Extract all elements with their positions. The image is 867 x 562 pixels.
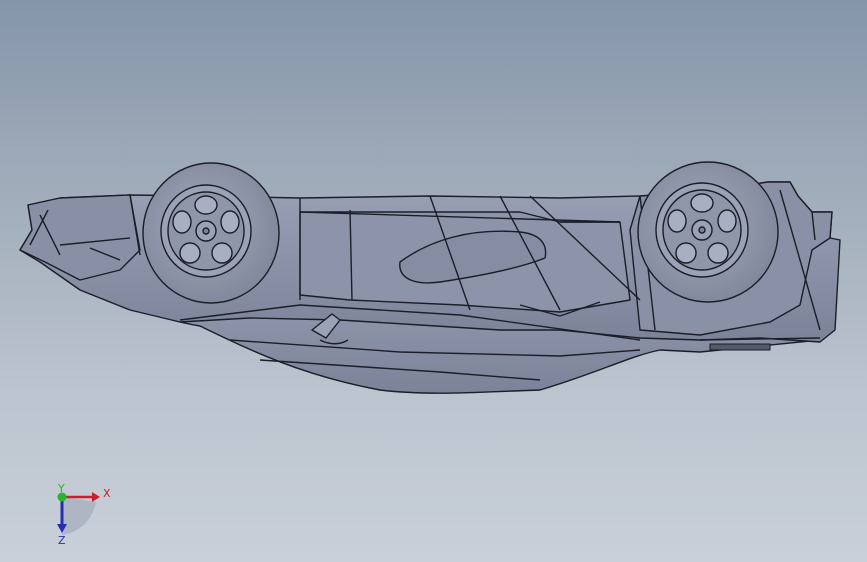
model-view[interactable]: X Y Z bbox=[0, 0, 867, 562]
x-axis-label: X bbox=[103, 487, 111, 500]
rear-vent bbox=[709, 343, 771, 351]
rear-wheel-icon bbox=[637, 161, 779, 303]
coordinate-triad[interactable]: X Y Z bbox=[57, 482, 111, 547]
x-arrowhead-icon bbox=[92, 492, 100, 502]
front-nose bbox=[19, 194, 141, 281]
graphics-viewport[interactable]: X Y Z bbox=[0, 0, 867, 562]
y-axis-label: Y bbox=[57, 482, 65, 495]
z-axis-label: Z bbox=[58, 534, 66, 547]
front-wheel-icon bbox=[142, 162, 280, 304]
